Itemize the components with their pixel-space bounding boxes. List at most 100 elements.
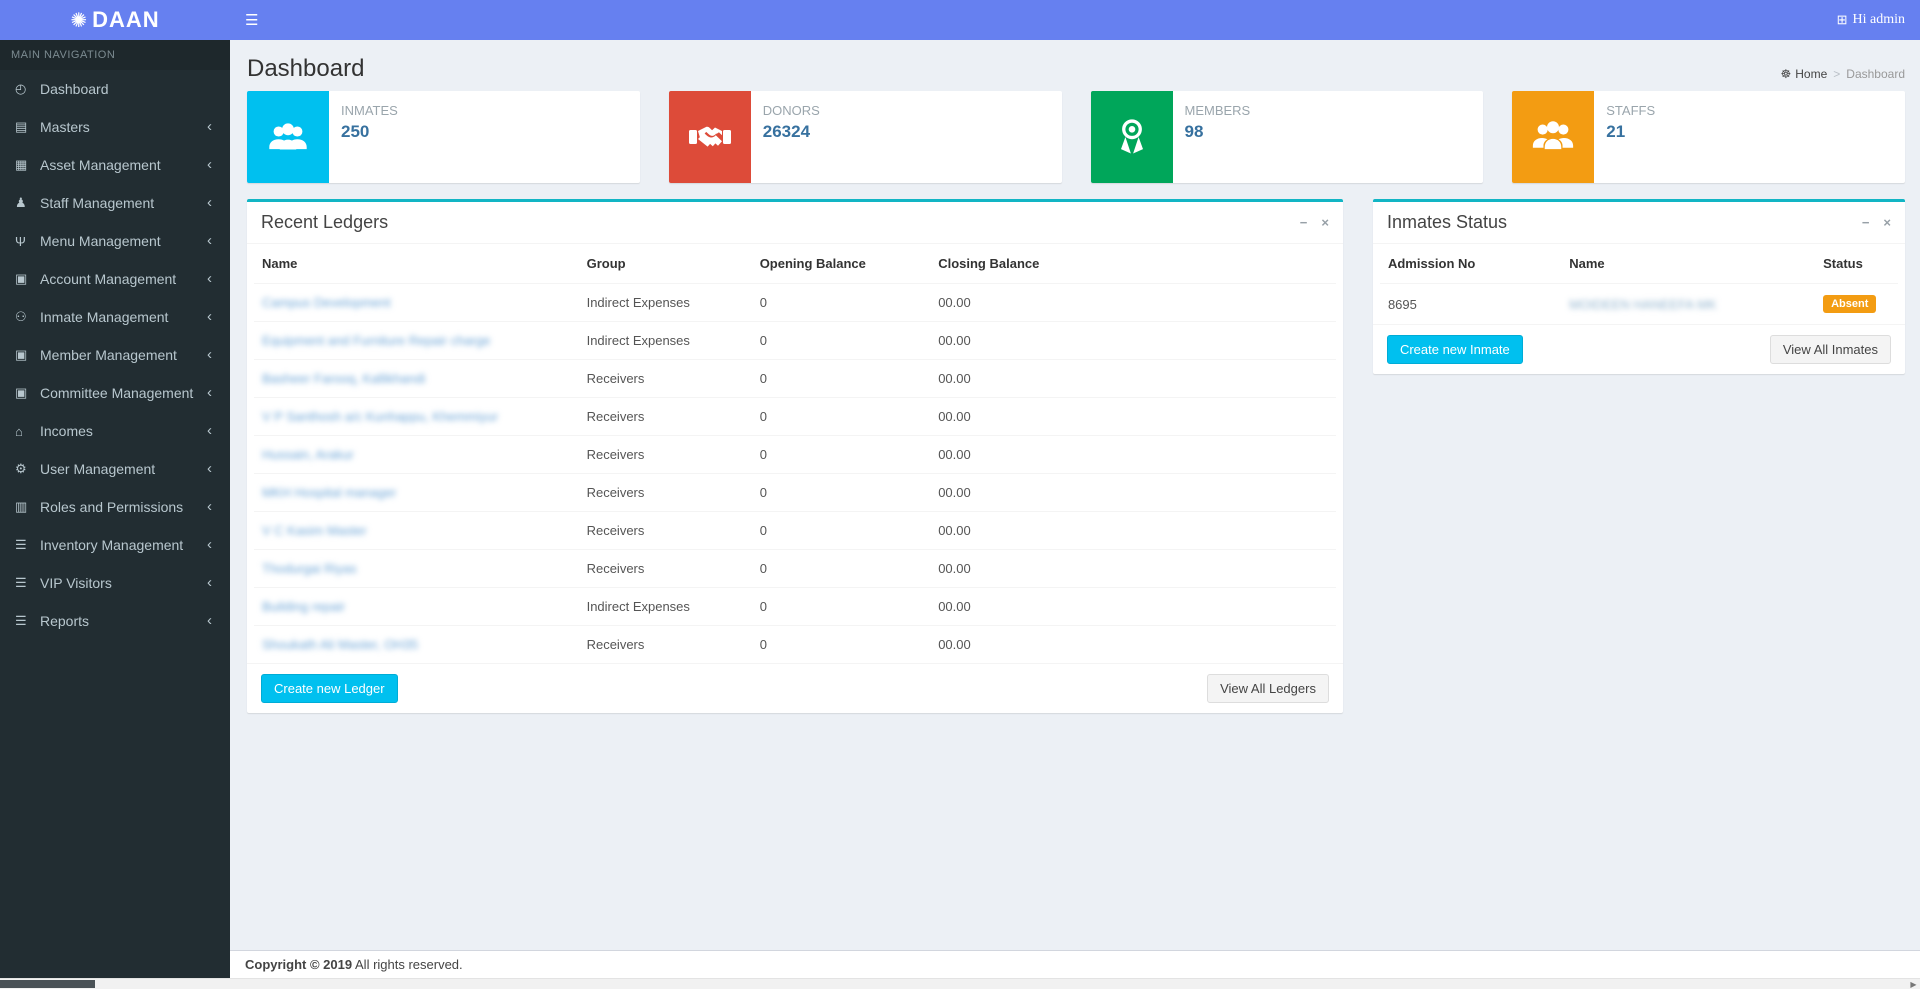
page-title: Dashboard bbox=[247, 55, 365, 82]
close-icon[interactable]: × bbox=[1321, 215, 1329, 230]
info-box-label: STAFFS bbox=[1606, 103, 1656, 118]
pinwheel-icon: ✺ bbox=[70, 9, 89, 32]
chevron-left-icon: ‹ bbox=[207, 422, 212, 439]
info-box-content: MEMBERS 98 bbox=[1173, 91, 1261, 183]
status-badge: Absent bbox=[1823, 295, 1877, 313]
chevron-left-icon: ‹ bbox=[207, 346, 212, 363]
sidebar-item-roles-and-permissions[interactable]: ▥ Roles and Permissions ‹ bbox=[0, 488, 230, 526]
breadcrumb: ☸ Home > Dashboard bbox=[1780, 67, 1905, 81]
sidebar-item-label: VIP Visitors bbox=[40, 575, 112, 591]
ledger-closing-balance-cell: 00.00 bbox=[930, 283, 1336, 322]
info-box-content: INMATES 250 bbox=[329, 91, 408, 183]
ledger-group-cell: Receivers bbox=[578, 359, 752, 398]
info-box-number: 250 bbox=[341, 122, 370, 141]
sidebar-item-label: Roles and Permissions bbox=[40, 499, 184, 515]
footer-rights: All rights reserved. bbox=[352, 957, 463, 972]
credit-card-icon: ▣ bbox=[15, 347, 28, 362]
panel-tools: − × bbox=[1862, 215, 1891, 230]
column-header: Name bbox=[1569, 256, 1605, 271]
briefcase-icon: ⌂ bbox=[15, 423, 23, 439]
ledger-row: Basheer Farooq, Kallikhandi Receivers 0 00.… bbox=[254, 359, 1336, 398]
ledger-name-link[interactable]: Basheer Farooq, Kallikhandi bbox=[262, 371, 425, 386]
person-icon: ♟ bbox=[15, 195, 27, 210]
sidebar-item-dashboard[interactable]: ◴ Dashboard bbox=[0, 70, 230, 108]
inmates-status-panel: Inmates Status − × Admission No Name Statu… bbox=[1372, 199, 1905, 374]
inmates-status-table: Admission No Name Status 8695 MOIDEEN HANEE… bbox=[1379, 244, 1898, 324]
view-all-ledgers-button[interactable]: View All Ledgers bbox=[1207, 674, 1329, 703]
ledger-opening-balance-cell: 0 bbox=[751, 435, 931, 474]
sidebar-item-menu-management[interactable]: Ψ Menu Management ‹ bbox=[0, 222, 230, 260]
app-wrapper: ✺ DAAN ☰ ⊞ Hi admin MAIN NAVIGATION ◴ Das… bbox=[0, 0, 1920, 989]
view-all-inmates-button[interactable]: View All Inmates bbox=[1769, 335, 1891, 364]
calendar-plus-icon: ⊞ bbox=[1836, 12, 1848, 27]
sidebar-item-committee-management[interactable]: ▣ Committee Management ‹ bbox=[0, 374, 230, 412]
chevron-left-icon: ‹ bbox=[207, 498, 212, 515]
create-new-inmate-button[interactable]: Create new Inmate bbox=[1386, 335, 1523, 364]
sidebar-item-asset-management[interactable]: ▦ Asset Management ‹ bbox=[0, 146, 230, 184]
ledger-closing-balance-cell: 00.00 bbox=[930, 511, 1336, 550]
ledger-name-link[interactable]: Equipment and Furniture Repair charge bbox=[262, 333, 490, 348]
ledger-name-cell: Shoukath Ali Master, OH35 bbox=[254, 625, 579, 663]
ledger-name-link[interactable]: V C Kasim Master bbox=[262, 523, 367, 538]
horizontal-scrollbar[interactable]: ▶ bbox=[0, 978, 1920, 989]
sidebar-item-label: Reports bbox=[40, 613, 90, 629]
ledger-opening-balance-cell: 0 bbox=[751, 473, 931, 512]
ledger-name-link[interactable]: Hussain, Arakur bbox=[262, 447, 354, 462]
ledger-name-link[interactable]: Building repair bbox=[262, 599, 345, 614]
sidebar-item-vip-visitors[interactable]: ☰ VIP Visitors ‹ bbox=[0, 564, 230, 602]
ledger-group-cell: Receivers bbox=[578, 435, 752, 474]
ledger-opening-balance-cell: 0 bbox=[751, 397, 931, 436]
create-new-ledger-button[interactable]: Create new Ledger bbox=[261, 674, 398, 703]
building-icon: ▦ bbox=[15, 157, 28, 172]
info-box-donors: DONORS 26324 bbox=[668, 91, 1062, 183]
sidebar-item-inventory-management[interactable]: ☰ Inventory Management ‹ bbox=[0, 526, 230, 564]
scrollbar-thumb[interactable] bbox=[0, 980, 95, 988]
ledger-name-cell: V P Santhosh a/c Kunhappu, Khemmiyur bbox=[254, 397, 579, 436]
users-group-icon bbox=[1512, 91, 1595, 183]
sidebar-toggle-button[interactable]: ☰ bbox=[230, 0, 273, 40]
sidebar-item-incomes[interactable]: ⌂ Incomes ‹ bbox=[0, 412, 230, 450]
chevron-left-icon: ‹ bbox=[207, 308, 212, 325]
ledger-name-link[interactable]: Shoukath Ali Master, OH35 bbox=[262, 637, 418, 652]
breadcrumb-home-link[interactable]: ☸ Home bbox=[1780, 67, 1827, 81]
ledger-name-link[interactable]: MKH Hospital manager bbox=[262, 485, 396, 500]
sidebar-item-reports[interactable]: ☰ Reports ‹ bbox=[0, 602, 230, 640]
sidebar-item-account-management[interactable]: ▣ Account Management ‹ bbox=[0, 260, 230, 298]
minimize-icon[interactable]: − bbox=[1300, 215, 1308, 230]
ledger-row: Hussain, Arakur Receivers 0 00.00 bbox=[254, 435, 1336, 474]
minimize-icon[interactable]: − bbox=[1862, 215, 1870, 230]
panels-row: Recent Ledgers − × Name Group Opening Bala… bbox=[247, 199, 1905, 713]
scrollbar-right-arrow[interactable]: ▶ bbox=[1907, 979, 1920, 989]
ledger-group-cell: Receivers bbox=[578, 473, 752, 512]
info-box-label: DONORS bbox=[762, 103, 820, 118]
ledger-name-link[interactable]: Campus Development bbox=[262, 295, 391, 310]
user-menu[interactable]: ⊞ Hi admin bbox=[1822, 0, 1920, 40]
cutlery-icon: Ψ bbox=[15, 233, 26, 249]
ledger-group-cell: Receivers bbox=[578, 549, 752, 588]
sidebar-section-header: MAIN NAVIGATION bbox=[0, 40, 230, 70]
column-header: Group bbox=[586, 256, 626, 271]
ledger-name-cell: Equipment and Furniture Repair charge bbox=[254, 321, 579, 360]
sidebar-item-staff-management[interactable]: ♟ Staff Management ‹ bbox=[0, 184, 230, 222]
ledger-row: Equipment and Furniture Repair charge Ind… bbox=[254, 321, 1336, 360]
ledger-row: Shoukath Ali Master, OH35 Receivers 0 00.00 bbox=[254, 625, 1336, 663]
ledger-name-link[interactable]: V P Santhosh a/c Kunhappu, Khemmiyur bbox=[262, 409, 498, 424]
sidebar-item-user-management[interactable]: ⚙ User Management ‹ bbox=[0, 450, 230, 488]
ledger-closing-balance-cell: 00.00 bbox=[930, 587, 1336, 626]
id-card-icon: ▥ bbox=[15, 499, 28, 514]
close-icon[interactable]: × bbox=[1883, 215, 1891, 230]
brand-logo[interactable]: ✺ DAAN bbox=[0, 0, 230, 40]
recent-ledgers-title: Recent Ledgers bbox=[261, 212, 389, 232]
ledger-name-cell: Hussain, Arakur bbox=[254, 435, 579, 474]
sidebar-item-inmate-management[interactable]: ⚇ Inmate Management ‹ bbox=[0, 298, 230, 336]
info-box-content: DONORS 26324 bbox=[751, 91, 830, 183]
chevron-left-icon: ‹ bbox=[207, 384, 212, 401]
table-header-row: Name Group Opening Balance Closing Balance bbox=[254, 244, 1336, 284]
ledger-opening-balance-cell: 0 bbox=[751, 549, 931, 588]
sidebar-item-masters[interactable]: ▤ Masters ‹ bbox=[0, 108, 230, 146]
sidebar-item-member-management[interactable]: ▣ Member Management ‹ bbox=[0, 336, 230, 374]
ledger-name-link[interactable]: Thodurgai Riyas bbox=[262, 561, 357, 576]
column-header: Opening Balance bbox=[759, 256, 866, 271]
inmates-status-header: Inmates Status − × bbox=[1372, 202, 1905, 244]
credit-card-icon: ▣ bbox=[15, 271, 28, 286]
